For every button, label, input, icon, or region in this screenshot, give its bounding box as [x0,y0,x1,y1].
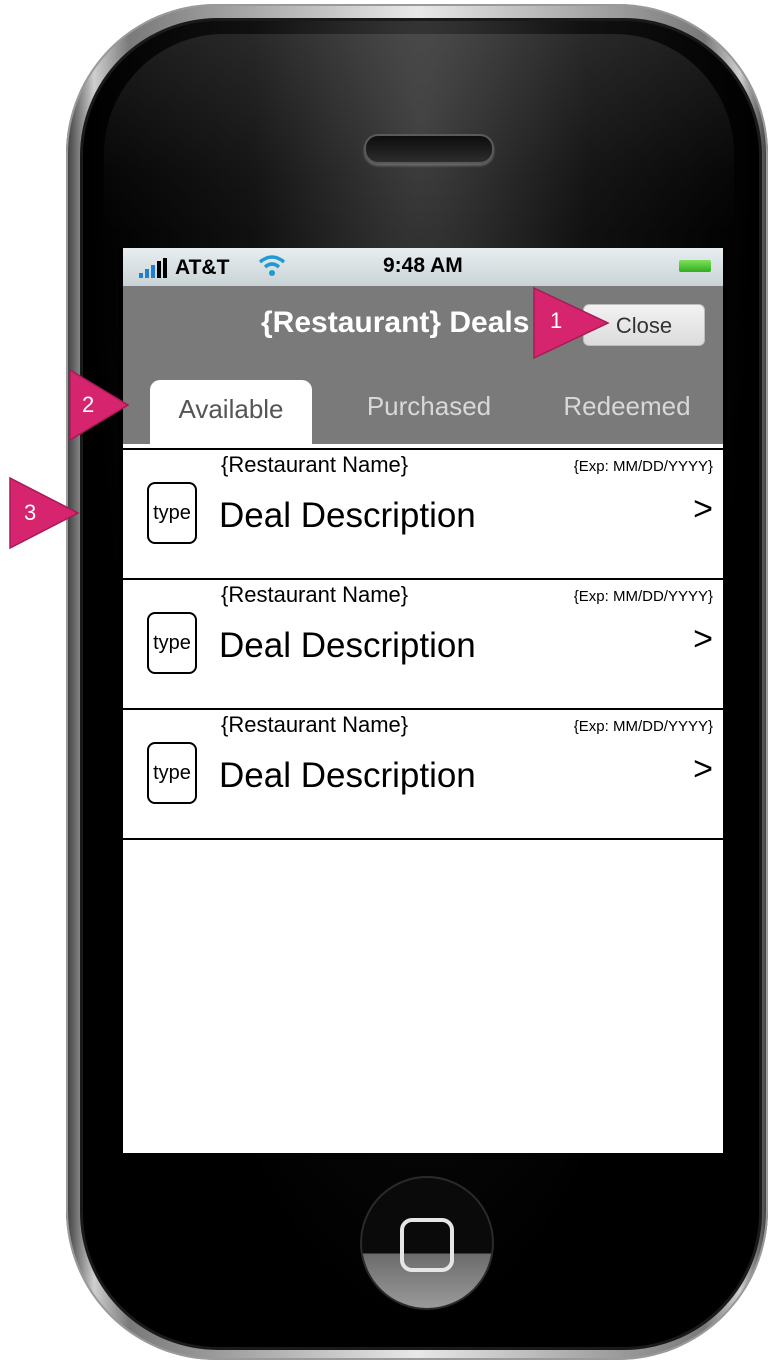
battery-icon [679,260,711,272]
deal-expiry: {Exp: MM/DD/YYYY} [573,588,713,605]
deal-type-icon: type [147,612,197,674]
deal-row[interactable]: {Restaurant Name} {Exp: MM/DD/YYYY} type… [123,578,723,708]
deal-expiry: {Exp: MM/DD/YYYY} [573,458,713,475]
signal-strength-icon [139,258,167,278]
tab-bar: Available Purchased Redeemed [123,364,723,444]
status-time: 9:48 AM [383,254,463,277]
callout-marker-1 [533,286,610,360]
tab-redeemed[interactable]: Redeemed [547,382,707,444]
page-title: {Restaurant} Deals [261,306,530,339]
callout-number-2: 2 [82,392,95,417]
tab-purchased[interactable]: Purchased [349,382,509,444]
deal-description: Deal Description [219,626,476,665]
deal-type-icon: type [147,742,197,804]
callout-number-3: 3 [24,500,37,525]
status-bar: AT&T 9:48 AM [123,248,723,286]
phone-screen: AT&T 9:48 AM {Restaurant} Deals Close Av… [119,248,727,1153]
deal-expiry: {Exp: MM/DD/YYYY} [573,718,713,735]
restaurant-name: {Restaurant Name} [221,582,409,607]
restaurant-name: {Restaurant Name} [221,452,409,477]
restaurant-name: {Restaurant Name} [221,712,409,737]
deal-description: Deal Description [219,496,476,535]
tab-available[interactable]: Available [150,380,312,444]
earpiece-speaker [364,134,494,164]
chevron-right-icon[interactable]: > [693,490,713,529]
callout-marker-2 [69,368,130,442]
deal-row[interactable]: {Restaurant Name} {Exp: MM/DD/YYYY} type… [123,448,723,578]
chevron-right-icon[interactable]: > [693,750,713,789]
chevron-right-icon[interactable]: > [693,620,713,659]
home-square-icon [400,1218,454,1272]
deal-description: Deal Description [219,756,476,795]
callout-number-1: 1 [550,308,563,333]
navigation-bar: {Restaurant} Deals Close [123,286,723,364]
deal-row[interactable]: {Restaurant Name} {Exp: MM/DD/YYYY} type… [123,708,723,840]
wifi-icon [258,255,286,276]
callout-marker-3 [9,476,80,550]
deal-type-icon: type [147,482,197,544]
deal-list: {Restaurant Name} {Exp: MM/DD/YYYY} type… [123,448,723,840]
carrier-name: AT&T [175,256,230,279]
